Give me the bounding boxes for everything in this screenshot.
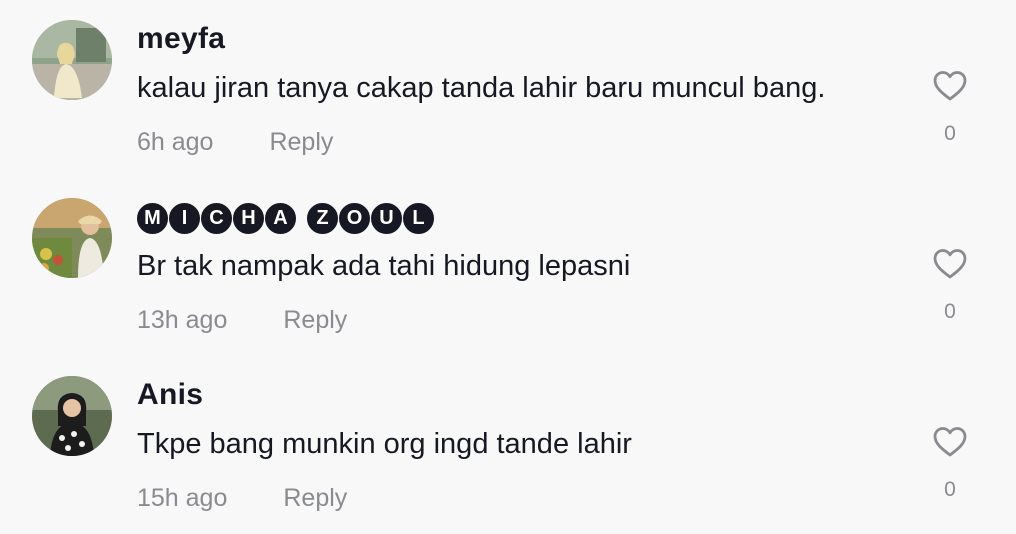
heart-outline-icon [933,249,967,279]
username-letter: O [339,202,370,234]
comment-item: Anis Tkpe bang munkin org ingd tande lah… [0,356,1016,534]
like-button[interactable]: 0 [926,424,974,504]
comment-meta: 6h ago Reply [137,128,333,157]
username-letter: M [137,202,168,234]
username[interactable]: Anis [137,378,203,412]
username[interactable]: meyfa [137,22,225,56]
comment-meta: 13h ago Reply [137,306,347,335]
like-button[interactable]: 0 [926,68,974,148]
reply-button[interactable]: Reply [283,484,347,513]
comment-item: M I C H A Z O U L Br tak nampak ada tahi… [0,178,1016,356]
avatar[interactable] [32,198,112,278]
heart-outline-icon [933,427,967,457]
reply-button[interactable]: Reply [283,306,347,335]
username-letter: L [403,202,434,234]
timestamp: 13h ago [137,306,228,334]
username[interactable]: M I C H A Z O U L [137,199,435,237]
username-letter: C [201,202,232,234]
username-letter: I [169,202,200,234]
heart-outline-icon [933,71,967,101]
like-count: 0 [944,478,956,501]
comment-meta: 15h ago Reply [137,484,347,513]
timestamp: 15h ago [137,484,228,512]
username-letter: U [371,202,402,234]
username-letter: Z [307,202,338,234]
timestamp: 6h ago [137,128,214,156]
username-letter: H [233,202,264,234]
username-letter: A [265,202,296,234]
comment-text: Br tak nampak ada tahi hidung lepasni [137,250,631,282]
comment-text: kalau jiran tanya cakap tanda lahir baru… [137,72,826,104]
avatar[interactable] [32,20,112,100]
comment-text: Tkpe bang munkin org ingd tande lahir [137,428,632,460]
like-button[interactable]: 0 [926,246,974,326]
comment-item: meyfa kalau jiran tanya cakap tanda lahi… [0,0,1016,178]
avatar[interactable] [32,376,112,456]
like-count: 0 [944,122,956,145]
like-count: 0 [944,300,956,323]
reply-button[interactable]: Reply [269,128,333,157]
